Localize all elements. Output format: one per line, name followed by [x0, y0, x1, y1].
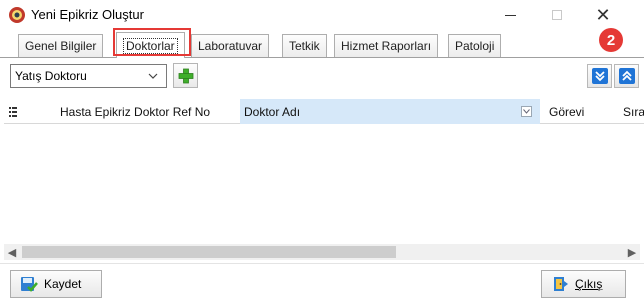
tab-hizmet-raporlari[interactable]: Hizmet Raporları: [334, 34, 439, 57]
step-badge: 2: [599, 28, 623, 52]
title-bar: Yeni Epikriz Oluştur ✕: [0, 0, 644, 30]
horizontal-scrollbar[interactable]: ◀ ▶: [4, 244, 640, 260]
app-icon: [9, 7, 25, 23]
column-chooser-icon[interactable]: [4, 99, 22, 124]
maximize-button[interactable]: [534, 0, 580, 30]
tab-patoloji[interactable]: Patoloji: [448, 34, 502, 57]
doctor-type-value: Yatış Doktoru: [15, 69, 87, 83]
close-icon: ✕: [595, 4, 611, 25]
tab-tetkik[interactable]: Tetkik: [282, 34, 327, 57]
tab-laboratuvar[interactable]: Laboratuvar: [191, 34, 270, 57]
grid-header: Hasta Epikriz Doktor Ref No Doktor Adı G…: [4, 99, 644, 124]
maximize-icon: [552, 10, 562, 20]
footer-divider: [0, 263, 644, 264]
close-button[interactable]: ✕: [580, 0, 626, 30]
window-title: Yeni Epikriz Oluştur: [31, 7, 144, 22]
exit-door-icon: [554, 277, 568, 291]
double-chevron-up-icon: [618, 68, 635, 84]
scrollbar-thumb[interactable]: [22, 246, 396, 258]
tab-label: Hizmet Raporları: [341, 39, 432, 53]
filter-icon[interactable]: [521, 106, 532, 117]
tab-label: Patoloji: [455, 39, 495, 53]
save-button[interactable]: Kaydet: [10, 270, 102, 298]
column-header-ref-no[interactable]: Hasta Epikriz Doktor Ref No: [60, 99, 240, 124]
exit-label: Çıkış: [575, 277, 603, 291]
chevron-down-icon: [148, 73, 158, 79]
tab-label: Doktorlar: [123, 37, 178, 54]
minimize-icon: [504, 14, 516, 16]
column-header-label: Doktor Adı: [244, 104, 301, 119]
add-doctor-button[interactable]: [173, 63, 198, 88]
tab-doktorlar[interactable]: Doktorlar: [116, 32, 185, 58]
tab-baseline: [0, 57, 644, 58]
save-icon: [21, 277, 38, 292]
scroll-left-icon[interactable]: ◀: [4, 244, 20, 260]
doctor-type-select[interactable]: Yatış Doktoru: [10, 64, 167, 88]
tab-label: Laboratuvar: [198, 39, 263, 53]
column-header-sira[interactable]: Sıra: [623, 99, 644, 124]
expand-down-button[interactable]: [587, 64, 612, 88]
column-header-doktor-adi[interactable]: Doktor Adı: [240, 99, 540, 124]
column-header-gorevi[interactable]: Görevi: [549, 99, 619, 124]
minimize-button[interactable]: [487, 0, 533, 30]
scroll-right-icon[interactable]: ▶: [624, 244, 640, 260]
tab-label: Tetkik: [289, 39, 320, 53]
tab-label: Genel Bilgiler: [25, 39, 97, 53]
exit-button[interactable]: Çıkış: [541, 270, 626, 298]
double-chevron-down-icon: [591, 68, 608, 84]
save-label: Kaydet: [44, 277, 82, 291]
tab-genel-bilgiler[interactable]: Genel Bilgiler: [18, 34, 104, 57]
collapse-up-button[interactable]: [614, 64, 639, 88]
plus-icon: [178, 68, 193, 83]
